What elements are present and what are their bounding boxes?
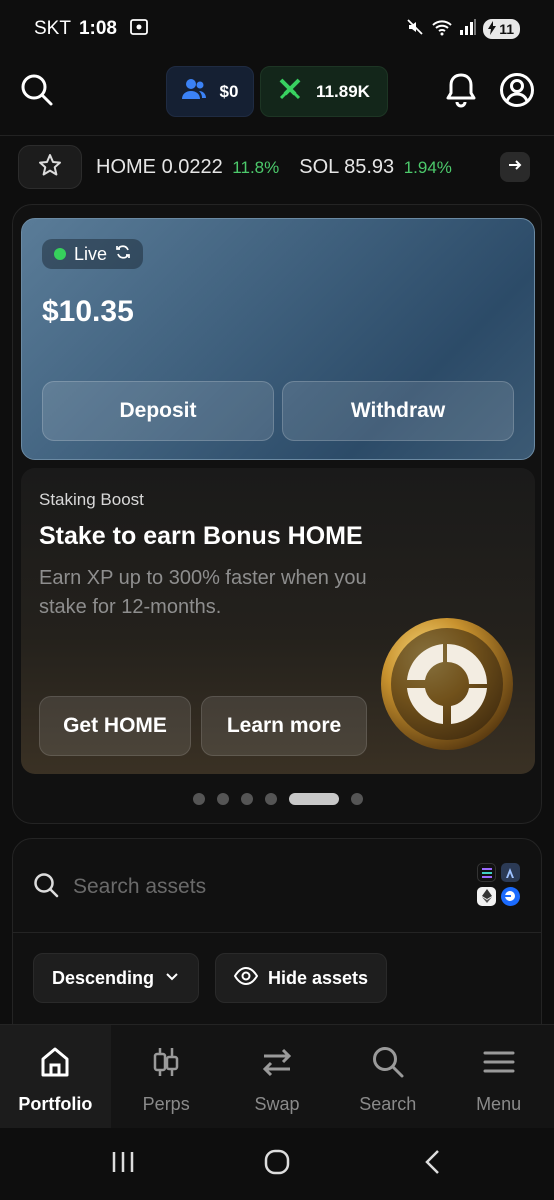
recents-icon <box>110 1150 136 1179</box>
wifi-icon <box>431 17 453 42</box>
ethereum-icon <box>477 886 496 906</box>
search-icon <box>371 1045 405 1084</box>
promo-title: Stake to earn Bonus HOME <box>39 522 363 550</box>
carousel-dot[interactable] <box>193 793 205 805</box>
refresh-icon <box>115 244 131 265</box>
portfolio-balance: $10.35 <box>42 295 134 328</box>
carousel-indicator <box>13 793 543 805</box>
carousel-dot[interactable] <box>241 793 253 805</box>
nav-label: Swap <box>254 1094 300 1114</box>
watchlist-button[interactable] <box>18 145 82 189</box>
hide-assets-button[interactable]: Hide assets <box>215 953 388 1003</box>
back-button[interactable] <box>413 1148 453 1180</box>
carousel-dot[interactable] <box>265 793 277 805</box>
user-circle-icon <box>499 72 535 113</box>
arbitrum-icon <box>500 863 520 882</box>
deposit-button[interactable]: Deposit <box>42 381 274 441</box>
recent-apps-button[interactable] <box>103 1148 143 1180</box>
back-chevron-icon <box>423 1149 443 1180</box>
nav-menu[interactable]: Menu <box>443 1025 554 1128</box>
xp-value: 11.89K <box>316 81 370 101</box>
bottom-nav: Portfolio Perps Swap Search Menu <box>0 1024 554 1128</box>
candles-icon <box>149 1045 183 1084</box>
ticker-symbol: SOL <box>299 155 339 178</box>
get-home-button[interactable]: Get HOME <box>39 696 191 756</box>
nav-perps[interactable]: Perps <box>111 1025 222 1128</box>
ticker-price: 85.93 <box>344 155 395 178</box>
live-label: Live <box>74 243 108 264</box>
search-icon <box>33 872 59 903</box>
nav-label: Perps <box>142 1094 190 1114</box>
carousel-dot-active[interactable] <box>289 793 339 805</box>
carrier-label: SKT <box>34 18 71 39</box>
bell-icon <box>444 72 478 113</box>
sort-label: Descending <box>52 967 155 988</box>
ticker-price: 0.0222 <box>161 155 223 178</box>
profile-button[interactable] <box>497 72 537 112</box>
notifications-button[interactable] <box>441 72 481 112</box>
ticker-item[interactable]: SOL 85.93 1.94% <box>299 156 452 179</box>
base-icon <box>500 886 520 906</box>
chain-filter-button[interactable] <box>477 863 521 907</box>
nav-label: Portfolio <box>18 1094 93 1114</box>
signal-icon <box>459 18 477 41</box>
promo-description: Earn XP up to 300% faster when you stake… <box>39 567 367 618</box>
system-nav-bar <box>0 1128 554 1200</box>
swords-icon <box>278 77 302 106</box>
ticker-change: 1.94% <box>403 157 452 177</box>
ticker-item[interactable]: HOME 0.0222 11.8% <box>96 156 279 179</box>
staking-promo-card: Staking Boost Stake to earn Bonus HOME E… <box>21 468 535 774</box>
header-divider <box>0 135 554 136</box>
xp-button[interactable]: 11.89K <box>260 66 388 117</box>
portfolio-carousel[interactable]: Live $10.35 Deposit Withdraw Staking Boo… <box>12 204 542 824</box>
ticker-more-button[interactable] <box>500 152 530 182</box>
assets-panel: Descending Hide assets <box>12 838 542 1038</box>
nav-portfolio[interactable]: Portfolio <box>0 1025 111 1128</box>
balance-card: Live $10.35 Deposit Withdraw <box>21 218 535 460</box>
star-icon <box>38 153 62 182</box>
sort-dropdown[interactable]: Descending <box>33 953 200 1003</box>
screenshot-icon <box>129 17 149 42</box>
arrow-right-icon <box>507 157 523 178</box>
app-header: $0 11.89K <box>0 62 554 122</box>
referrals-button[interactable]: $0 <box>166 66 254 117</box>
home-icon <box>38 1045 72 1084</box>
search-icon <box>20 73 54 112</box>
carousel-dot[interactable] <box>217 793 229 805</box>
swap-icon <box>260 1045 294 1084</box>
home-system-button[interactable] <box>257 1148 297 1180</box>
ticker-change: 11.8% <box>232 157 280 177</box>
chevron-down-icon <box>164 968 180 989</box>
battery-indicator: 11 <box>483 19 520 39</box>
menu-icon <box>482 1045 516 1084</box>
status-bar: SKT 1:08 11 <box>0 0 554 58</box>
solana-icon <box>477 863 496 882</box>
nav-swap[interactable]: Swap <box>222 1025 333 1128</box>
search-button[interactable] <box>17 72 57 112</box>
hide-assets-label: Hide assets <box>268 967 369 988</box>
clock: 1:08 <box>78 18 117 39</box>
charging-icon <box>487 20 497 38</box>
battery-level: 11 <box>499 21 514 37</box>
ticker-symbol: HOME <box>96 155 156 178</box>
price-ticker: HOME 0.0222 11.8% SOL 85.93 1.94% <box>18 145 536 189</box>
nav-search[interactable]: Search <box>332 1025 443 1128</box>
mute-icon <box>405 17 425 42</box>
promo-kicker: Staking Boost <box>39 490 144 509</box>
nav-label: Search <box>359 1094 417 1114</box>
home-circle-icon <box>263 1148 291 1181</box>
learn-more-button[interactable]: Learn more <box>201 696 367 756</box>
nav-label: Menu <box>476 1094 522 1114</box>
live-badge[interactable]: Live <box>42 239 144 269</box>
withdraw-button[interactable]: Withdraw <box>282 381 514 441</box>
ticker-list: HOME 0.0222 11.8% SOL 85.93 1.94% <box>96 156 536 179</box>
eye-icon <box>233 966 259 990</box>
home-coin-icon <box>377 614 517 754</box>
live-dot <box>54 248 66 260</box>
asset-search-input[interactable] <box>73 867 453 907</box>
referral-balance: $0 <box>219 81 239 101</box>
carousel-dot[interactable] <box>351 793 363 805</box>
asset-search-row <box>13 839 541 933</box>
users-icon <box>181 78 206 105</box>
